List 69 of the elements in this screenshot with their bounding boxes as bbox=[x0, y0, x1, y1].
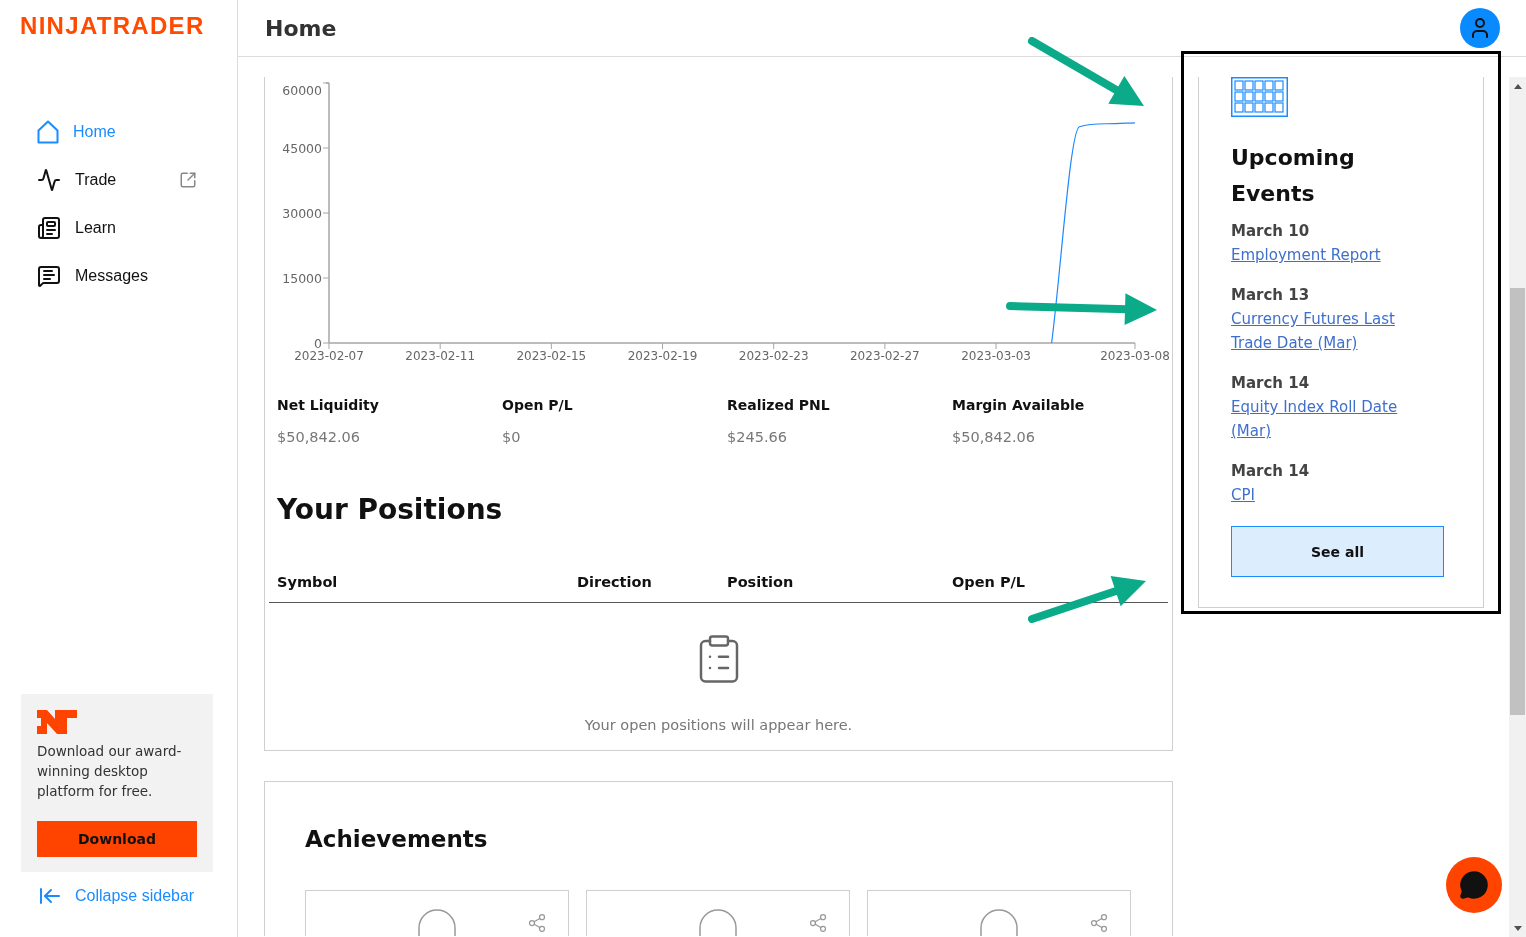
empty-message: Your open positions will appear here. bbox=[584, 716, 853, 735]
page-title: Home bbox=[265, 15, 337, 41]
event-date: March 14 bbox=[1231, 373, 1310, 394]
see-all-button[interactable]: See all bbox=[1231, 526, 1444, 577]
stat-label: Realized PNL bbox=[727, 396, 830, 415]
badge-outline-icon bbox=[418, 909, 456, 936]
download-button[interactable]: Download bbox=[37, 821, 197, 857]
stat-value: $245.66 bbox=[727, 428, 787, 447]
logo-icon bbox=[37, 710, 77, 734]
achievement-tile[interactable] bbox=[867, 890, 1131, 936]
axis-label: 2023-02-19 bbox=[627, 349, 698, 363]
newspaper-icon bbox=[37, 216, 61, 240]
stat-value: $0 bbox=[502, 428, 521, 447]
pulse-icon bbox=[37, 168, 61, 192]
nav-item[interactable]: Trade bbox=[37, 156, 197, 204]
logo: NINJATRADER bbox=[20, 12, 205, 40]
scroll-down-icon[interactable] bbox=[1513, 926, 1522, 931]
achievement-tile[interactable] bbox=[586, 890, 850, 936]
section-title: Your Positions bbox=[277, 492, 503, 528]
events-title: Upcoming Events bbox=[1231, 144, 1356, 208]
column-header: Position bbox=[726, 574, 794, 590]
house-icon bbox=[37, 120, 59, 144]
axis-label: 2023-02-23 bbox=[738, 349, 809, 363]
axis-label: 2023-02-11 bbox=[405, 349, 476, 363]
event-link[interactable]: Currency Futures Last Trade Date (Mar) bbox=[1231, 307, 1431, 355]
event-date: March 10 bbox=[1231, 221, 1310, 242]
axis-label: 2023-03-03 bbox=[961, 349, 1031, 363]
event-date: March 14 bbox=[1231, 461, 1310, 482]
column-header: Symbol bbox=[276, 574, 338, 590]
axis-label: 15000 bbox=[282, 270, 322, 286]
badge-outline-icon bbox=[699, 909, 737, 936]
axis-label: 2023-03-08 bbox=[1100, 349, 1170, 363]
chat-bubble-icon bbox=[1459, 870, 1489, 900]
stat-value: $50,842.06 bbox=[952, 428, 1036, 447]
axis-label: 2023-02-27 bbox=[850, 349, 920, 363]
axis-label: 2023-02-15 bbox=[516, 349, 587, 363]
share-icon[interactable] bbox=[808, 913, 828, 933]
share-icon[interactable] bbox=[527, 913, 547, 933]
axis-label: 0 bbox=[314, 335, 322, 351]
stat-label: Net Liquidity bbox=[277, 396, 379, 415]
axis-label: 30000 bbox=[282, 205, 322, 221]
event-link[interactable]: CPI bbox=[1231, 483, 1255, 507]
calendar-icon bbox=[1231, 77, 1288, 117]
event-link[interactable]: Employment Report bbox=[1231, 243, 1381, 267]
stat-label: Margin Available bbox=[952, 396, 1085, 415]
share-icon[interactable] bbox=[1089, 913, 1109, 933]
nav-item[interactable]: Messages bbox=[37, 252, 197, 300]
nav-item[interactable]: Home bbox=[37, 108, 197, 156]
message-icon bbox=[37, 264, 61, 288]
axis-label: 60000 bbox=[282, 82, 322, 98]
axis-label: 45000 bbox=[282, 140, 322, 156]
axis-label: 2023-02-07 bbox=[294, 349, 364, 363]
stat-label: Open P/L bbox=[502, 396, 573, 415]
collapse-sidebar-link[interactable]: Collapse sidebar bbox=[38, 884, 195, 908]
avatar-button[interactable] bbox=[1460, 8, 1500, 48]
chat-button[interactable] bbox=[1446, 857, 1502, 913]
scrollbar-thumb[interactable] bbox=[1510, 288, 1525, 715]
stat-value: $50,842.06 bbox=[277, 428, 361, 447]
scrollbar[interactable] bbox=[1509, 77, 1526, 937]
column-header: Direction bbox=[576, 574, 652, 590]
promo-text: Download our award-winning desktop platform for free. bbox=[37, 742, 183, 801]
achievement-tile[interactable] bbox=[305, 890, 569, 936]
event-link[interactable]: Equity Index Roll Date (Mar) bbox=[1231, 395, 1431, 443]
nav-item[interactable]: Learn bbox=[37, 204, 197, 252]
badge-outline-icon bbox=[980, 909, 1018, 936]
section-title: Achievements bbox=[305, 825, 488, 854]
event-date: March 13 bbox=[1231, 285, 1310, 306]
column-header: Open P/L bbox=[951, 574, 1026, 590]
scroll-up-icon[interactable] bbox=[1513, 84, 1522, 89]
